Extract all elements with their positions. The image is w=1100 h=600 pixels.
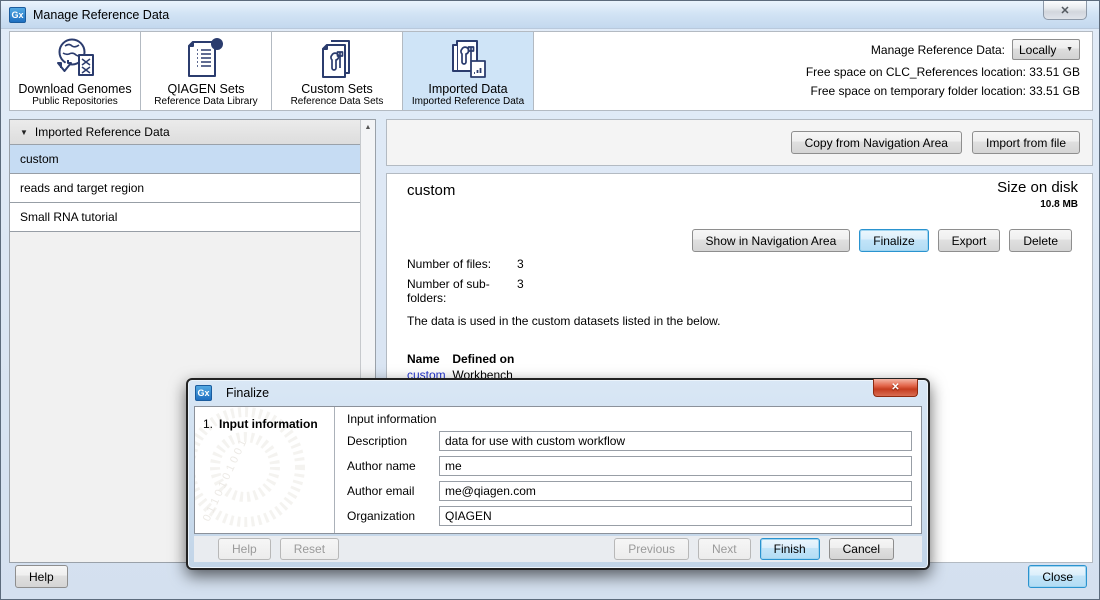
copy-from-navigation-area-button[interactable]: Copy from Navigation Area	[791, 131, 962, 154]
sidebar-header-label: Imported Reference Data	[35, 125, 170, 139]
close-button[interactable]: Close	[1028, 565, 1087, 588]
dialog-previous-button[interactable]: Previous	[614, 538, 689, 560]
tab-sublabel: Reference Data Library	[154, 96, 257, 107]
dialog-close-button[interactable]: ✕	[873, 379, 918, 397]
number-of-subfolders-label: Number of sub-folders:	[407, 277, 517, 305]
dialog-cancel-button[interactable]: Cancel	[829, 538, 894, 560]
description-label: Description	[347, 434, 439, 448]
reference-data-toolbar: Download Genomes Public Repositories Q Q…	[9, 31, 1093, 111]
author-email-label: Author email	[347, 484, 439, 498]
window-close-button[interactable]: ✕	[1043, 1, 1087, 20]
input-information-form: Input information Description Author nam…	[335, 407, 921, 533]
table-header-defined-on: Defined on	[452, 352, 514, 366]
dialog-body: 0 1 1 0 1 0 1 0 0 1 1. Input information…	[194, 406, 922, 534]
export-button[interactable]: Export	[938, 229, 1001, 252]
organization-label: Organization	[347, 509, 439, 523]
description-field-row: Description	[347, 431, 912, 451]
chevron-down-icon: ▼	[1066, 46, 1073, 53]
import-from-file-button[interactable]: Import from file	[972, 131, 1080, 154]
document-q-badge-icon: Q	[180, 37, 232, 81]
step-number: 1.	[203, 417, 213, 431]
help-button[interactable]: Help	[15, 565, 68, 588]
collapse-arrow-icon: ▼	[20, 128, 28, 137]
sidebar-header-imported-reference-data[interactable]: ▼ Imported Reference Data	[10, 120, 375, 145]
show-in-navigation-area-button[interactable]: Show in Navigation Area	[692, 229, 851, 252]
finalize-button[interactable]: Finalize	[859, 229, 928, 252]
number-of-files-value: 3	[517, 257, 524, 271]
sidebar-item-reads-and-target-region[interactable]: reads and target region	[10, 174, 360, 203]
dialog-finish-button[interactable]: Finish	[760, 538, 820, 560]
locality-dropdown[interactable]: Locally ▼	[1012, 39, 1080, 60]
dialog-title: Finalize	[226, 386, 269, 400]
tab-label: QIAGEN Sets	[167, 82, 244, 96]
dialog-help-button[interactable]: Help	[218, 538, 271, 560]
dialog-reset-button[interactable]: Reset	[280, 538, 339, 560]
import-actions-bar: Copy from Navigation Area Import from fi…	[386, 119, 1093, 166]
author-email-field-row: Author email	[347, 481, 912, 501]
tab-imported-data[interactable]: Imported Data Imported Reference Data	[403, 32, 534, 110]
size-on-disk-label: Size on disk	[997, 179, 1078, 196]
dialog-app-logo-icon: Gx	[195, 385, 212, 401]
ribbon-info-area: Manage Reference Data: Locally ▼ Free sp…	[806, 32, 1092, 110]
wizard-steps-panel: 0 1 1 0 1 0 1 0 0 1 1. Input information	[195, 407, 335, 533]
tab-qiagen-sets[interactable]: Q QIAGEN Sets Reference Data Library	[141, 32, 272, 110]
description-input[interactable]	[439, 431, 912, 451]
globe-download-icon	[49, 37, 101, 81]
documents-tools-icon	[311, 37, 363, 81]
tab-custom-sets[interactable]: Custom Sets Reference Data Sets	[272, 32, 403, 110]
tab-label: Imported Data	[428, 82, 507, 96]
tab-sublabel: Public Repositories	[32, 96, 118, 107]
tab-sublabel: Imported Reference Data	[412, 96, 524, 107]
author-name-label: Author name	[347, 459, 439, 473]
tab-sublabel: Reference Data Sets	[291, 96, 384, 107]
finalize-dialog: Gx Finalize ✕ 0 1 1 0 1 0 1 0 0 1 1. Inp…	[186, 378, 930, 570]
delete-button[interactable]: Delete	[1009, 229, 1072, 252]
window-titlebar: Gx Manage Reference Data ✕	[1, 1, 1099, 29]
table-header-name: Name	[407, 352, 449, 366]
usage-text: The data is used in the custom datasets …	[407, 314, 721, 328]
svg-text:Q: Q	[214, 40, 220, 49]
dataset-title: custom	[407, 182, 455, 199]
number-of-files-label: Number of files:	[407, 257, 517, 271]
step-label: Input information	[219, 417, 318, 431]
number-of-subfolders-value: 3	[517, 277, 524, 305]
free-space-temporary-folder: Free space on temporary folder location:…	[806, 84, 1080, 98]
dialog-titlebar: Gx Finalize ✕	[188, 380, 928, 405]
dialog-next-button[interactable]: Next	[698, 538, 751, 560]
organization-input[interactable]	[439, 506, 912, 526]
free-space-clc-references: Free space on CLC_References location: 3…	[806, 65, 1080, 79]
author-name-input[interactable]	[439, 456, 912, 476]
manage-location-label: Manage Reference Data:	[871, 43, 1005, 57]
locality-dropdown-value: Locally	[1019, 43, 1056, 57]
window-title: Manage Reference Data	[33, 8, 169, 22]
sidebar-item-small-rna-tutorial[interactable]: Small RNA tutorial	[10, 203, 360, 232]
author-name-field-row: Author name	[347, 456, 912, 476]
wizard-step-1: 1. Input information	[203, 417, 330, 431]
dataset-stats: Number of files: 3 Number of sub-folders…	[407, 257, 524, 311]
dataset-action-buttons: Show in Navigation Area Finalize Export …	[692, 229, 1072, 252]
author-email-input[interactable]	[439, 481, 912, 501]
sidebar-item-custom[interactable]: custom	[10, 145, 360, 174]
size-on-disk-value: 10.8 MB	[1040, 199, 1078, 210]
input-information-group-label: Input information	[347, 412, 912, 426]
tab-download-genomes[interactable]: Download Genomes Public Repositories	[10, 32, 141, 110]
tab-label: Download Genomes	[18, 82, 131, 96]
organization-field-row: Organization	[347, 506, 912, 526]
dialog-button-bar: Help Reset Previous Next Finish Cancel	[194, 536, 922, 562]
app-logo-icon: Gx	[9, 7, 26, 23]
document-tools-chart-icon	[442, 37, 494, 81]
tab-label: Custom Sets	[301, 82, 373, 96]
scroll-up-icon[interactable]: ▲	[361, 120, 375, 135]
